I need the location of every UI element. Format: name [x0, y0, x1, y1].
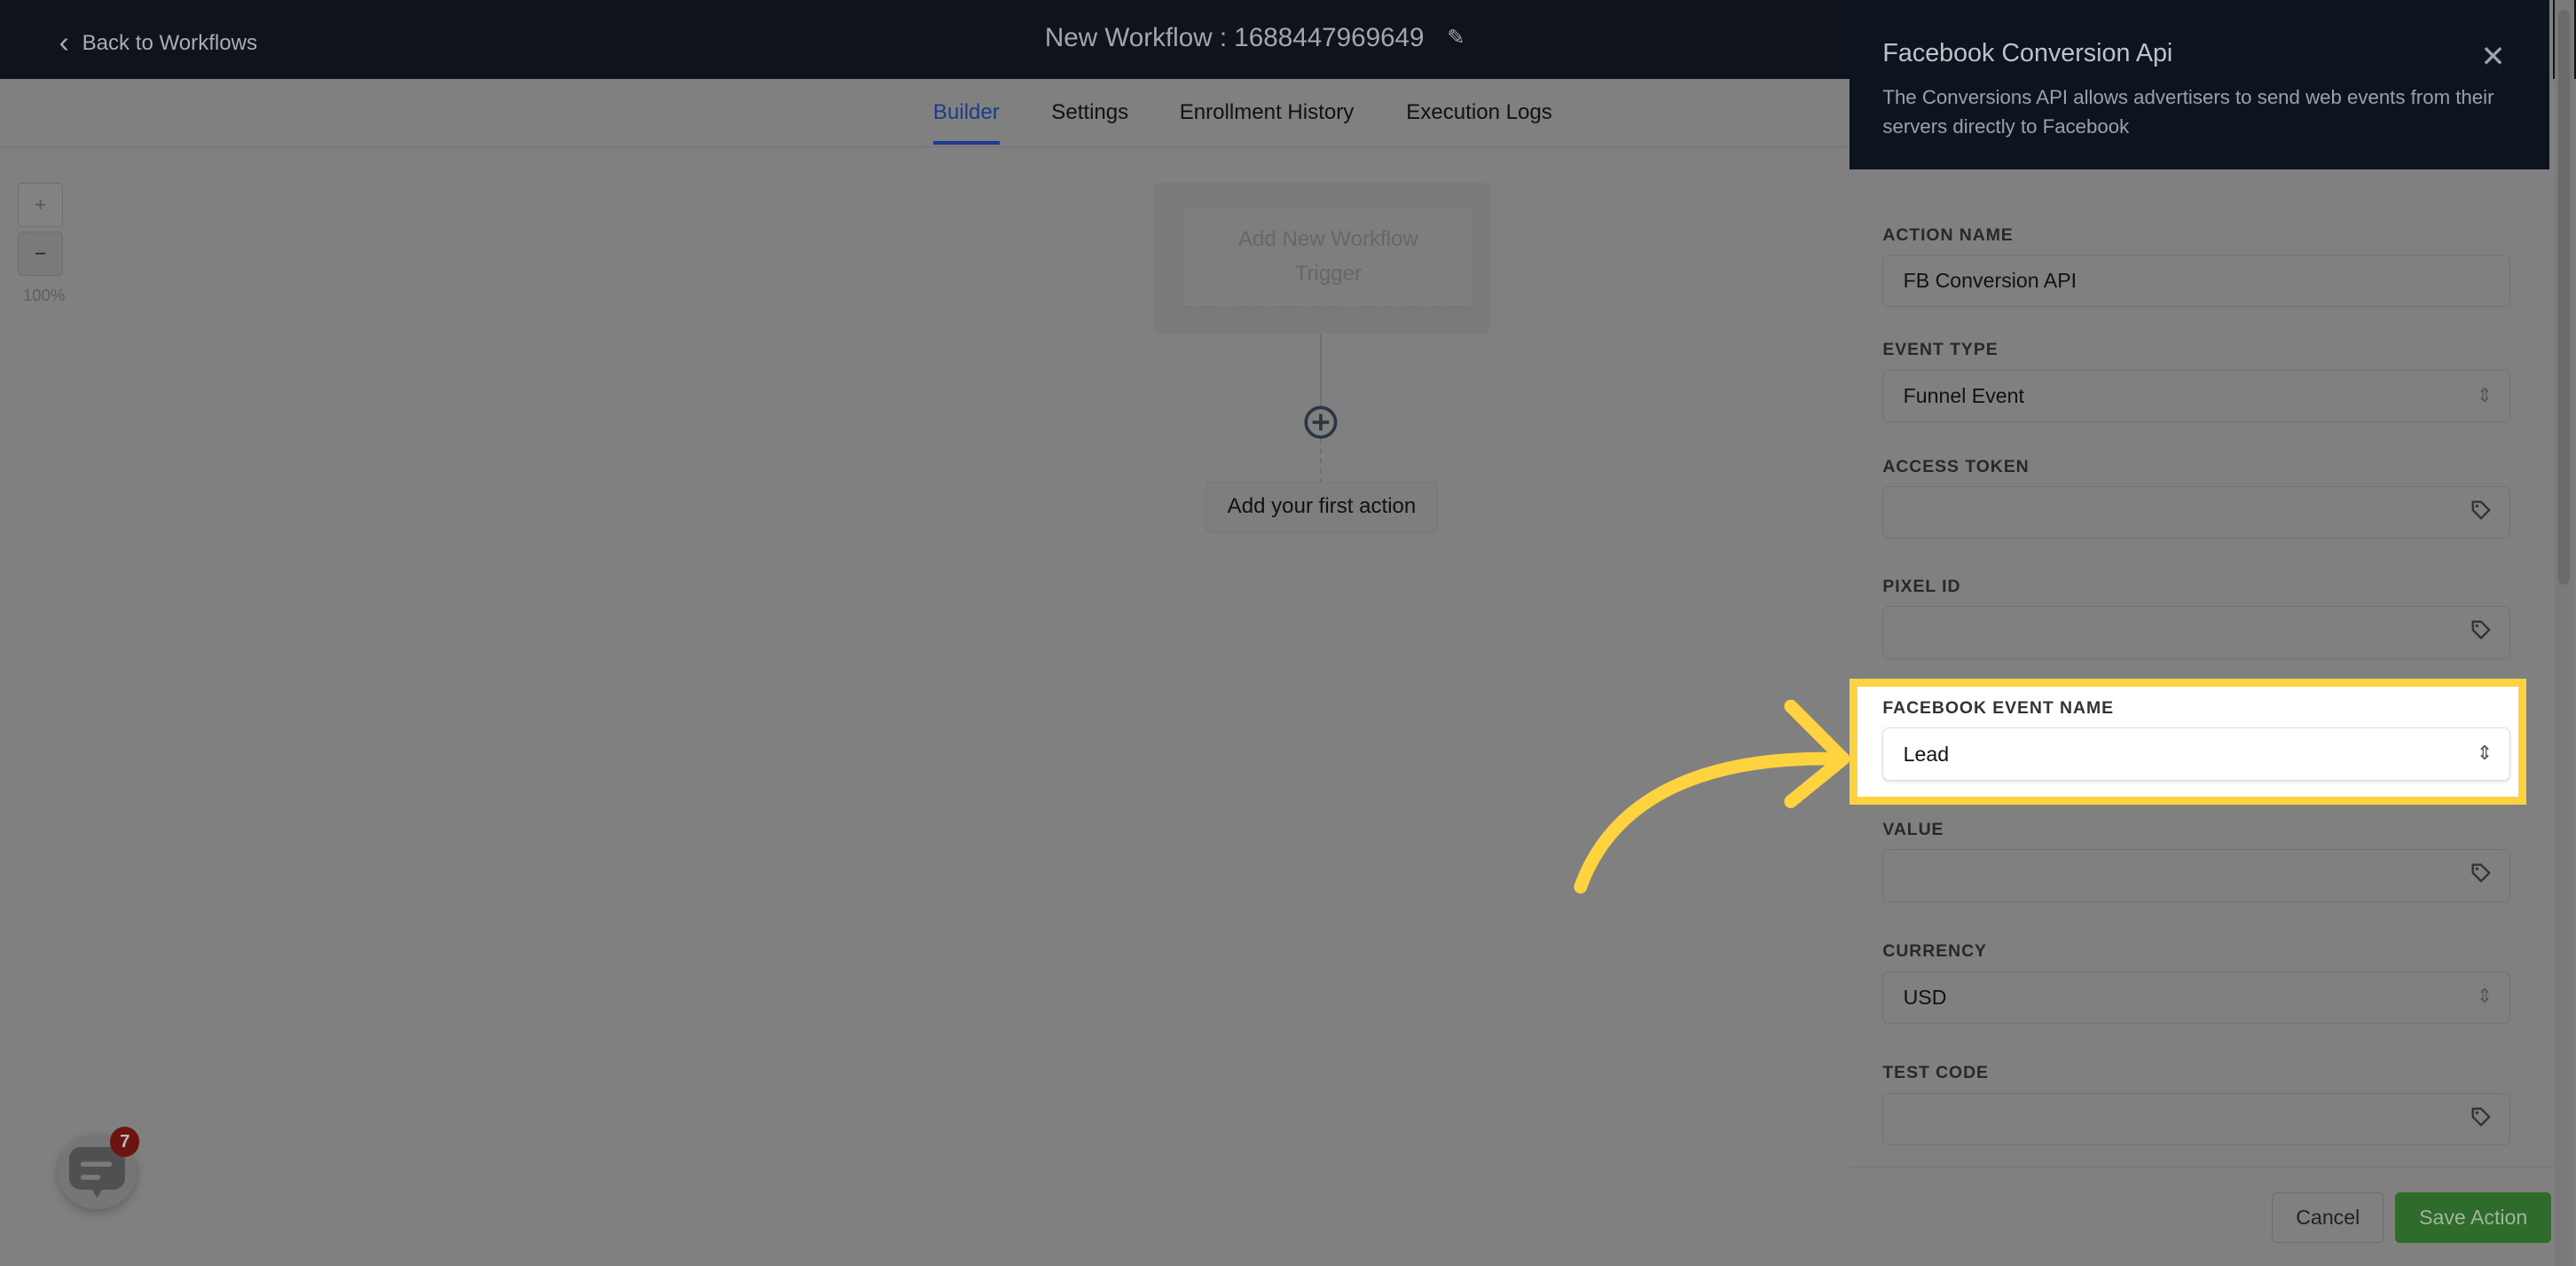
chevron-up-down-icon: ⇕	[2476, 383, 2494, 406]
scrollbar[interactable]	[2554, 0, 2575, 1266]
panel-title: Facebook Conversion Api	[1882, 39, 2173, 68]
test-code-input[interactable]	[1882, 1092, 2510, 1145]
pixel-id-label: PIXEL ID	[1882, 577, 1961, 597]
pencil-icon[interactable]: ✎	[1447, 25, 1465, 51]
currency-label: CURRENCY	[1882, 941, 1987, 962]
value-input[interactable]	[1882, 849, 2510, 902]
panel-description: The Conversions API allows advertisers t…	[1882, 85, 2494, 138]
panel-header: Facebook Conversion Api The Conversions …	[1850, 0, 2550, 169]
tab-enrollment-history[interactable]: Enrollment History	[1180, 100, 1355, 125]
workflow-name: New Workflow : 1688447969649	[1044, 22, 1425, 52]
close-icon[interactable]: ✕	[2481, 39, 2506, 75]
trigger-node[interactable]: Add New Workflow Trigger	[1153, 182, 1490, 334]
connector	[1304, 333, 1338, 485]
zoom-out-button[interactable]: −	[18, 232, 63, 277]
action-name-label: ACTION NAME	[1882, 224, 2014, 245]
value-label: VALUE	[1882, 820, 1944, 840]
workflow-title: New Workflow : 1688447969649 ✎	[1045, 23, 1465, 53]
chevron-left-icon: ‹	[59, 26, 69, 59]
tab-bar: Builder Settings Enrollment History Exec…	[0, 79, 1850, 147]
back-to-workflows-link[interactable]: ‹ Back to Workflows	[59, 27, 257, 60]
notification-badge: 7	[110, 1127, 140, 1157]
event-type-select[interactable]: Funnel Event ⇕	[1882, 369, 2510, 422]
tag-icon[interactable]	[2470, 861, 2493, 890]
pixel-id-input[interactable]	[1882, 606, 2510, 659]
event-type-label: EVENT TYPE	[1882, 340, 1999, 360]
yellow-arrow-icon	[1574, 699, 1850, 894]
action-name-value: FB Conversion API	[1903, 269, 2077, 293]
currency-value: USD	[1903, 985, 1947, 1009]
workflow-builder: ‹ Back to Workflows New Workflow : 16884…	[0, 0, 2576, 1266]
currency-select[interactable]: USD ⇕	[1882, 971, 2510, 1024]
tab-settings[interactable]: Settings	[1051, 100, 1128, 125]
facebook-event-name-label: FACEBOOK EVENT NAME	[1882, 698, 2114, 719]
access-token-input[interactable]	[1882, 486, 2510, 539]
add-trigger-button[interactable]: Add New Workflow Trigger	[1182, 207, 1474, 308]
access-token-label: ACCESS TOKEN	[1882, 456, 2030, 476]
trigger-label: Add New Workflow Trigger	[1237, 226, 1418, 286]
tab-builder[interactable]: Builder	[932, 100, 1001, 145]
tab-execution-logs[interactable]: Execution Logs	[1406, 100, 1552, 125]
zoom-in-button[interactable]: +	[18, 182, 63, 227]
chevron-up-down-icon: ⇕	[2476, 985, 2494, 1008]
test-code-label: TEST CODE	[1882, 1063, 1989, 1083]
zoom-level: 100%	[22, 286, 66, 305]
scrollbar-thumb[interactable]	[2557, 10, 2570, 586]
action-panel: Facebook Conversion Api The Conversions …	[1850, 0, 2553, 1266]
action-name-input[interactable]: FB Conversion API	[1882, 255, 2510, 308]
facebook-event-name-value: Lead	[1903, 742, 1950, 766]
facebook-event-name-select[interactable]: Lead ⇕	[1882, 727, 2510, 781]
tag-icon[interactable]	[2470, 499, 2493, 527]
chevron-up-down-icon: ⇕	[2476, 742, 2494, 765]
event-type-value: Funnel Event	[1903, 383, 2024, 407]
add-first-action-button[interactable]: Add your first action	[1206, 481, 1438, 533]
save-action-button[interactable]: Save Action	[2395, 1191, 2552, 1244]
panel-footer: Cancel Save Action	[1850, 1166, 2553, 1266]
back-label: Back to Workflows	[82, 30, 258, 55]
tag-icon[interactable]	[2470, 618, 2493, 647]
tag-icon[interactable]	[2470, 1105, 2493, 1134]
cancel-button[interactable]: Cancel	[2272, 1191, 2384, 1244]
